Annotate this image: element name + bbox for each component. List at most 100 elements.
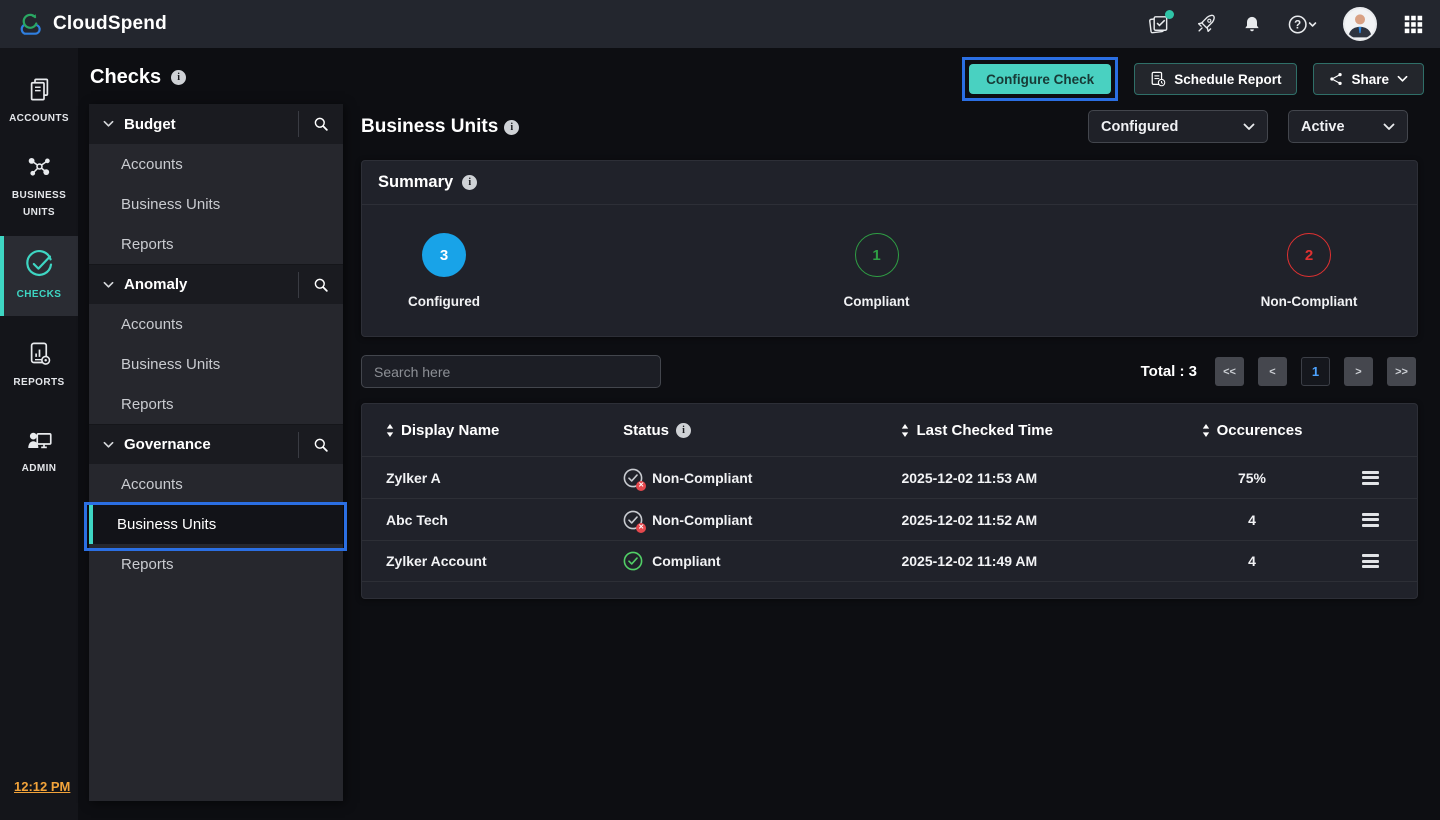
menu-item-budget-reports[interactable]: Reports — [89, 224, 343, 264]
current-page-button[interactable]: 1 — [1301, 357, 1330, 386]
cloudspend-logo-icon — [16, 12, 44, 36]
status-icon: ✕ — [623, 551, 643, 571]
next-page-button[interactable]: > — [1344, 357, 1373, 386]
stat-non-compliant: 2 Non-Compliant — [1249, 233, 1369, 309]
cell-occurrences: 4 — [1180, 553, 1324, 569]
non-compliant-badge-icon: ✕ — [636, 523, 646, 533]
filter-type-dropdown[interactable]: Configured — [1088, 110, 1268, 143]
schedule-report-icon — [1150, 71, 1166, 87]
prev-page-button[interactable]: < — [1258, 357, 1287, 386]
accounts-icon — [26, 76, 53, 103]
first-page-button[interactable]: << — [1215, 357, 1244, 386]
table-row: Abc Tech ✕ Non-Compliant 2025-12-02 11:5… — [362, 498, 1417, 540]
cell-last-checked-time: 2025-12-02 11:52 AM — [901, 512, 1179, 528]
apps-grid-icon[interactable] — [1402, 13, 1424, 35]
schedule-report-label: Schedule Report — [1174, 72, 1281, 87]
reports-icon — [26, 340, 53, 367]
business-units-info-icon[interactable]: i — [504, 120, 519, 135]
non-compliant-badge-icon: ✕ — [636, 481, 646, 491]
admin-icon — [26, 426, 53, 453]
tasks-icon[interactable] — [1147, 13, 1170, 36]
header-status: Status i — [623, 422, 901, 439]
help-icon[interactable]: ? — [1287, 13, 1318, 36]
stat-non-compliant-value: 2 — [1287, 233, 1331, 277]
page-title: Business Units i — [361, 116, 519, 138]
budget-search-icon[interactable] — [298, 111, 343, 137]
section-anomaly-label: Anomaly — [124, 276, 298, 293]
menu-item-budget-business-units[interactable]: Business Units — [89, 184, 343, 224]
menu-item-anomaly-accounts[interactable]: Accounts — [89, 304, 343, 344]
avatar[interactable] — [1343, 7, 1377, 41]
sort-icon[interactable] — [386, 424, 394, 437]
brand[interactable]: CloudSpend — [16, 12, 167, 36]
sidebar-item-accounts[interactable]: ACCOUNTS — [0, 64, 78, 138]
header-occurrences[interactable]: Occurences — [1180, 422, 1324, 439]
cell-occurrences: 75% — [1180, 470, 1324, 486]
svg-text:?: ? — [1294, 19, 1301, 31]
brand-name: CloudSpend — [53, 13, 167, 35]
cell-status: ✕ Compliant — [623, 551, 901, 571]
menu-item-anomaly-business-units[interactable]: Business Units — [89, 344, 343, 384]
share-button[interactable]: Share — [1313, 63, 1424, 95]
cell-occurrences: 4 — [1180, 512, 1324, 528]
sidebar-item-business-units[interactable]: BUSINESS UNITS — [0, 150, 78, 224]
sidebar-label-checks: CHECKS — [8, 286, 70, 303]
status-icon: ✕ — [623, 510, 643, 530]
cell-status: ✕ Non-Compliant — [623, 510, 901, 530]
governance-search-icon[interactable] — [298, 432, 343, 458]
header-last-checked-time[interactable]: Last Checked Time — [901, 422, 1179, 439]
sidebar-item-checks[interactable]: CHECKS — [0, 236, 78, 316]
search-input[interactable] — [361, 355, 661, 388]
header-display-name[interactable]: Display Name — [386, 422, 623, 439]
status-info-icon[interactable]: i — [676, 423, 691, 438]
anomaly-search-icon[interactable] — [298, 272, 343, 298]
row-menu-icon[interactable] — [1362, 513, 1379, 527]
tasks-badge — [1165, 10, 1174, 19]
section-governance[interactable]: Governance — [89, 424, 343, 464]
sidebar-label-admin: ADMIN — [8, 460, 70, 477]
menu-item-governance-accounts[interactable]: Accounts — [89, 464, 343, 504]
table-header-row: Display Name Status i Last Checked Time … — [362, 404, 1417, 456]
checks-table: Display Name Status i Last Checked Time … — [361, 403, 1418, 599]
sort-icon[interactable] — [1202, 424, 1210, 437]
menu-item-budget-accounts[interactable]: Accounts — [89, 144, 343, 184]
section-governance-label: Governance — [124, 436, 298, 453]
rocket-icon[interactable] — [1195, 13, 1217, 35]
sidebar-item-reports[interactable]: REPORTS — [0, 328, 78, 402]
filter-status-value: Active — [1301, 119, 1345, 135]
sort-icon[interactable] — [901, 424, 909, 437]
section-budget[interactable]: Budget — [89, 104, 343, 144]
pagination: Total : 3 << < 1 > >> — [1141, 355, 1416, 388]
sidebar-label-business-units: BUSINESS UNITS — [8, 187, 70, 221]
panel-title-text: Checks — [90, 66, 161, 89]
total-count: Total : 3 — [1141, 363, 1197, 380]
section-anomaly[interactable]: Anomaly — [89, 264, 343, 304]
checks-info-icon[interactable]: i — [171, 70, 186, 85]
chevron-down-icon — [103, 120, 114, 128]
top-navbar: CloudSpend ? — [0, 0, 1440, 48]
bell-icon[interactable] — [1242, 14, 1262, 34]
row-menu-icon[interactable] — [1362, 471, 1379, 485]
stat-configured-label: Configured — [408, 294, 480, 309]
status-icon: ✕ — [623, 468, 643, 488]
menu-item-governance-business-units[interactable]: Business Units — [89, 504, 343, 544]
configure-check-button[interactable]: Configure Check — [969, 64, 1111, 94]
stat-configured: 3 Configured — [384, 233, 504, 309]
sidebar-item-admin[interactable]: ADMIN — [0, 414, 78, 488]
menu-item-anomaly-reports[interactable]: Reports — [89, 384, 343, 424]
last-page-button[interactable]: >> — [1387, 357, 1416, 386]
table-row: Zylker Account ✕ Compliant 2025-12-02 11… — [362, 540, 1417, 582]
stat-non-compliant-label: Non-Compliant — [1261, 294, 1358, 309]
chevron-down-icon — [1383, 123, 1395, 131]
cell-display-name: Abc Tech — [386, 512, 623, 528]
summary-header: Summary i — [362, 161, 1417, 205]
row-menu-icon[interactable] — [1362, 554, 1379, 568]
section-budget-label: Budget — [124, 116, 298, 133]
recording-timestamp: 12:12 PM — [14, 779, 70, 794]
schedule-report-button[interactable]: Schedule Report — [1134, 63, 1297, 95]
menu-item-governance-reports[interactable]: Reports — [89, 544, 343, 584]
sidebar-label-accounts: ACCOUNTS — [8, 110, 70, 127]
filter-status-dropdown[interactable]: Active — [1288, 110, 1408, 143]
summary-info-icon[interactable]: i — [462, 175, 477, 190]
page-actions: Configure Check Schedule Report Share — [962, 57, 1424, 101]
